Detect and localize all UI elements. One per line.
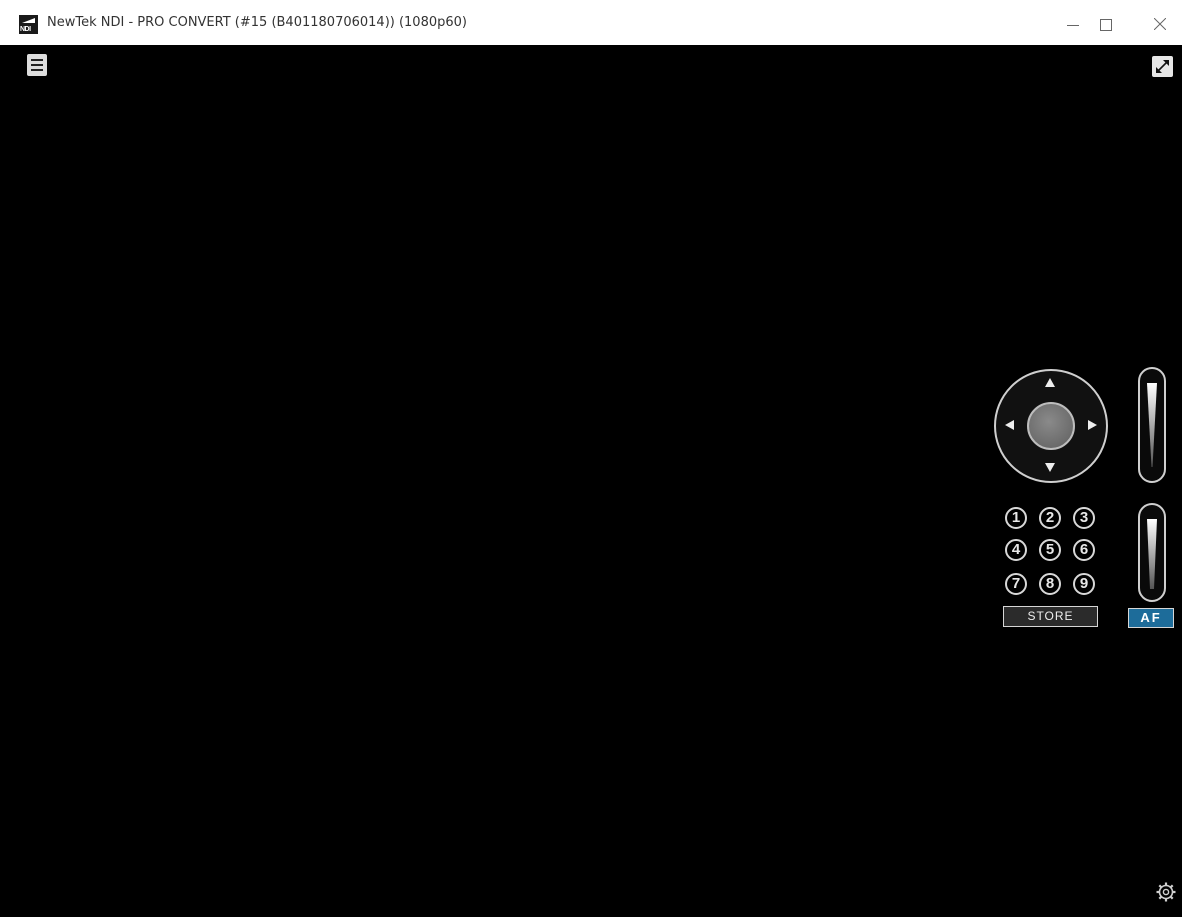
preset-7-button[interactable]: 7 <box>1005 573 1027 595</box>
ptz-joystick-knob[interactable] <box>1027 402 1075 450</box>
menu-button[interactable] <box>27 54 47 76</box>
focus-slider[interactable] <box>1138 503 1166 602</box>
hamburger-icon-line <box>31 64 43 66</box>
pan-up-arrow-icon[interactable] <box>1045 378 1055 387</box>
ndi-app-icon: NDI <box>19 15 38 34</box>
title-bar[interactable]: NDI NewTek NDI - PRO CONVERT (#15 (B4011… <box>0 0 1182 45</box>
pan-down-arrow-icon[interactable] <box>1045 463 1055 472</box>
preset-3-button[interactable]: 3 <box>1073 507 1095 529</box>
close-button[interactable] <box>1136 0 1182 45</box>
preset-4-button[interactable]: 4 <box>1005 539 1027 561</box>
preset-1-button[interactable]: 1 <box>1005 507 1027 529</box>
fullscreen-button[interactable] <box>1152 56 1173 77</box>
hamburger-icon-line <box>31 69 43 71</box>
hamburger-icon <box>31 59 43 61</box>
zoom-slider-track <box>1147 383 1157 467</box>
gear-icon[interactable] <box>1155 881 1177 903</box>
preset-6-button[interactable]: 6 <box>1073 539 1095 561</box>
preset-9-button[interactable]: 9 <box>1073 573 1095 595</box>
preset-5-button[interactable]: 5 <box>1039 539 1061 561</box>
window-title: NewTek NDI - PRO CONVERT (#15 (B40118070… <box>47 15 467 30</box>
preset-8-button[interactable]: 8 <box>1039 573 1061 595</box>
focus-slider-track <box>1147 519 1157 589</box>
autofocus-button[interactable]: AF <box>1128 608 1174 628</box>
pan-right-arrow-icon[interactable] <box>1088 420 1097 430</box>
preset-2-button[interactable]: 2 <box>1039 507 1061 529</box>
ndi-logo-text: NDI <box>20 26 31 33</box>
expand-icon <box>1156 60 1169 73</box>
close-icon <box>1154 18 1166 30</box>
video-viewport <box>0 45 1182 917</box>
pan-left-arrow-icon[interactable] <box>1005 420 1014 430</box>
maximize-button[interactable] <box>1083 0 1129 45</box>
zoom-slider[interactable] <box>1138 367 1166 483</box>
store-button[interactable]: STORE <box>1003 606 1098 627</box>
